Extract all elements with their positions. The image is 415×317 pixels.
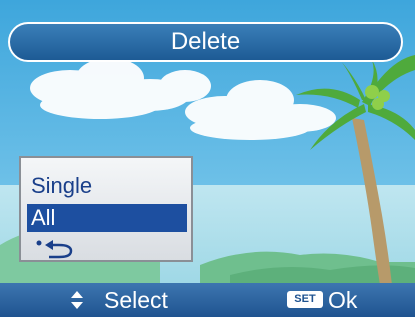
menu-item-single[interactable]: Single [27,172,187,200]
menu-item-back[interactable] [27,234,187,262]
delete-options-menu: Single All [19,156,193,262]
footer-bar: Select SET Ok [0,283,415,317]
ok-hint-label: Ok [328,287,358,313]
set-button-badge: SET [287,291,323,308]
menu-item-label: Single [31,173,93,198]
up-down-arrows-icon [71,291,83,309]
select-hint-label: Select [104,287,168,313]
title-bar: Delete [8,22,403,62]
camera-screen: Delete Single All Select SET Ok [0,0,415,317]
back-arrow-icon [36,240,73,259]
menu-item-label: All [31,205,56,230]
menu-item-all[interactable]: All [27,204,187,232]
page-title: Delete [170,28,241,55]
